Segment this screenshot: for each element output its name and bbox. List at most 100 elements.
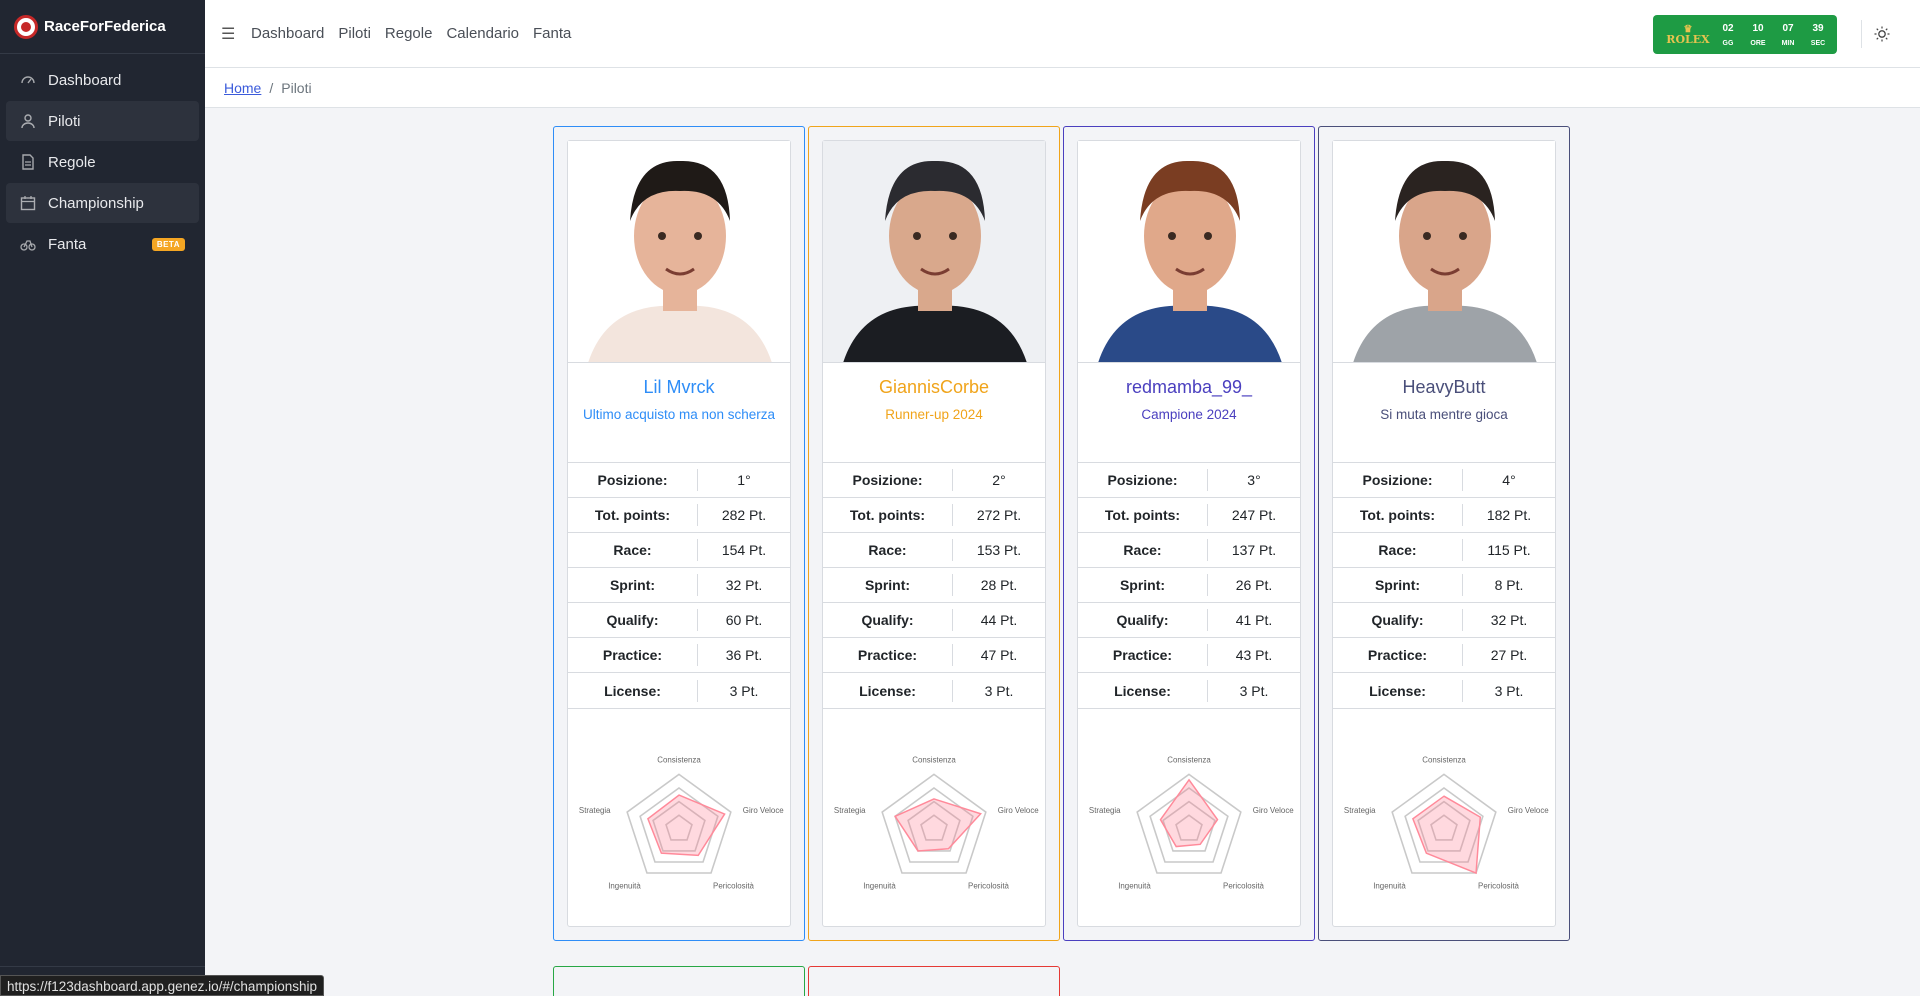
stat-label: Race: bbox=[568, 539, 698, 561]
stat-label: Posizione: bbox=[1333, 469, 1463, 491]
sidebar-nav: Dashboard Piloti Regole Championship Fan… bbox=[0, 54, 205, 271]
stats-row: License: 3 Pt. bbox=[823, 673, 1045, 708]
radar-axis-label: Pericolosità bbox=[1223, 881, 1264, 890]
beta-badge: BETA bbox=[151, 237, 185, 251]
radar-chart: Consistenza Giro Veloce Pericolosità Ingenu… bbox=[823, 709, 1045, 929]
stat-value: 2° bbox=[992, 472, 1006, 488]
stat-value: 153 Pt. bbox=[976, 542, 1022, 558]
driver-stats-table: Posizione: 4° Tot. points: 182 Pt. Race: 115 … bbox=[1333, 462, 1555, 709]
radar-axis-label: Giro Veloce bbox=[998, 806, 1039, 815]
topnav-dashboard[interactable]: Dashboard bbox=[251, 25, 324, 42]
stat-value: 32 Pt. bbox=[1490, 612, 1528, 628]
stats-row: Posizione: 3° bbox=[1078, 463, 1300, 498]
countdown-timer: ♛ ROLEX 02 GG 10 ORE 07 MIN 39 SEC bbox=[1653, 15, 1837, 54]
sidebar-item-fanta[interactable]: Fanta BETA bbox=[6, 224, 199, 264]
stat-label: Posizione: bbox=[568, 469, 698, 491]
radar-axis-label: Strategia bbox=[579, 806, 611, 815]
stats-row: Sprint: 28 Pt. bbox=[823, 568, 1045, 603]
stat-label: License: bbox=[823, 679, 953, 702]
stats-row: Tot. points: 182 Pt. bbox=[1333, 498, 1555, 533]
radar-chart: Consistenza Giro Veloce Pericolosità Ingenu… bbox=[1078, 709, 1300, 929]
stats-row: Tot. points: 272 Pt. bbox=[823, 498, 1045, 533]
stats-row: License: 3 Pt. bbox=[1078, 673, 1300, 708]
radar-axis-label: Giro Veloce bbox=[1508, 806, 1549, 815]
timer-hours: 10 ORE bbox=[1750, 22, 1766, 47]
stat-value: 32 Pt. bbox=[725, 577, 763, 593]
sun-icon[interactable] bbox=[1874, 26, 1890, 42]
stat-value: 47 Pt. bbox=[980, 647, 1018, 663]
stat-value: 28 Pt. bbox=[980, 577, 1018, 593]
stat-value: 3 Pt. bbox=[984, 682, 1014, 699]
stat-value: 247 Pt. bbox=[1231, 507, 1277, 523]
stats-row: Qualify: 60 Pt. bbox=[568, 603, 790, 638]
radar-axis-label: Ingenuità bbox=[863, 881, 896, 890]
driver-name: HeavyButt bbox=[1402, 377, 1486, 397]
stat-label: Qualify: bbox=[568, 609, 698, 631]
driver-name: redmamba_99_ bbox=[1125, 377, 1253, 397]
driver-card[interactable]: HeavyButt Si muta mentre gioca Posizione: 4… bbox=[1318, 126, 1570, 941]
topnav-fanta[interactable]: Fanta bbox=[533, 25, 571, 42]
radar-series bbox=[646, 794, 726, 857]
driver-card-5[interactable] bbox=[553, 966, 805, 996]
driver-stats-table: Posizione: 3° Tot. points: 247 Pt. Race: 137 … bbox=[1078, 462, 1300, 709]
stats-row: Qualify: 44 Pt. bbox=[823, 603, 1045, 638]
radar-axis-label: Pericolosità bbox=[968, 881, 1009, 890]
driver-card-body: redmamba_99_ Campione 2024 Posizione: 3° Tot… bbox=[1077, 140, 1301, 927]
driver-card[interactable]: Lil Mvrck Ultimo acquisto ma non scherza P… bbox=[553, 126, 805, 941]
stats-row: Qualify: 32 Pt. bbox=[1333, 603, 1555, 638]
radar-axis-label: Strategia bbox=[1344, 806, 1376, 815]
radar-chart: Consistenza Giro Veloce Pericolosità Ingenu… bbox=[1333, 709, 1555, 929]
stat-label: Sprint: bbox=[568, 574, 698, 596]
sidebar-item-championship[interactable]: Championship bbox=[6, 183, 199, 223]
timer-seconds: 39 SEC bbox=[1810, 22, 1826, 47]
stat-label: Sprint: bbox=[1078, 574, 1208, 596]
sidebar-item-piloti[interactable]: Piloti bbox=[6, 101, 199, 141]
stats-row: Posizione: 4° bbox=[1333, 463, 1555, 498]
stat-value: 60 Pt. bbox=[725, 612, 763, 628]
stat-value: 4° bbox=[1502, 472, 1516, 488]
stat-label: Sprint: bbox=[823, 574, 953, 596]
stat-label: Sprint: bbox=[1333, 574, 1463, 596]
breadcrumb-home[interactable]: Home bbox=[224, 80, 261, 96]
driver-card-6[interactable] bbox=[808, 966, 1060, 996]
stat-label: Race: bbox=[1078, 539, 1208, 561]
rolex-brand: ROLEX bbox=[1666, 32, 1710, 46]
brand-name: RaceForFederica bbox=[44, 18, 166, 35]
stat-value: 3 Pt. bbox=[1239, 682, 1269, 699]
hamburger-icon[interactable]: ☰ bbox=[221, 24, 235, 44]
breadcrumb: Home / Piloti bbox=[205, 68, 1920, 108]
driver-subtitle: Ultimo acquisto ma non scherza bbox=[582, 407, 776, 422]
sidebar-item-dashboard[interactable]: Dashboard bbox=[6, 60, 199, 100]
stat-label: Tot. points: bbox=[823, 504, 953, 526]
stats-row: Posizione: 1° bbox=[568, 463, 790, 498]
stat-value: 115 Pt. bbox=[1487, 542, 1531, 558]
driver-grid: Lil Mvrck Ultimo acquisto ma non scherza P… bbox=[553, 126, 1570, 941]
driver-subtitle: Si muta mentre gioca bbox=[1380, 407, 1508, 422]
radar-axis-label: Consistenza bbox=[1167, 756, 1211, 765]
bike-icon bbox=[20, 240, 36, 251]
stat-label: Race: bbox=[823, 539, 953, 561]
stats-row: Practice: 36 Pt. bbox=[568, 638, 790, 673]
stat-label: Posizione: bbox=[823, 469, 953, 491]
radar-axis-label: Pericolosità bbox=[713, 881, 754, 890]
stats-row: Tot. points: 247 Pt. bbox=[1078, 498, 1300, 533]
radar-axis-label: Giro Veloce bbox=[1253, 806, 1294, 815]
radar-axis-label: Pericolosità bbox=[1478, 881, 1519, 890]
radar-axis-label: Consistenza bbox=[1422, 756, 1466, 765]
topnav-piloti[interactable]: Piloti bbox=[338, 25, 371, 42]
stat-label: Practice: bbox=[568, 644, 698, 666]
timer-minutes: 07 MIN bbox=[1781, 22, 1795, 47]
brand[interactable]: RaceForFederica bbox=[0, 0, 205, 54]
sidebar-item-regole[interactable]: Regole bbox=[6, 142, 199, 182]
driver-card[interactable]: GiannisCorbe Runner-up 2024 Posizione: 2° To… bbox=[808, 126, 1060, 941]
radar-chart: Consistenza Giro Veloce Pericolosità Ingenu… bbox=[568, 709, 790, 929]
stat-value: 137 Pt. bbox=[1231, 542, 1277, 558]
stats-row: Qualify: 41 Pt. bbox=[1078, 603, 1300, 638]
driver-card[interactable]: redmamba_99_ Campione 2024 Posizione: 3° Tot… bbox=[1063, 126, 1315, 941]
topnav-calendario[interactable]: Calendario bbox=[446, 25, 519, 42]
stat-value: 154 Pt. bbox=[721, 542, 767, 558]
topnav-regole[interactable]: Regole bbox=[385, 25, 433, 42]
stat-label: Race: bbox=[1333, 539, 1463, 561]
stat-label: Qualify: bbox=[1333, 609, 1463, 631]
top-nav: Dashboard Piloti Regole Calendario Fanta bbox=[251, 25, 585, 42]
